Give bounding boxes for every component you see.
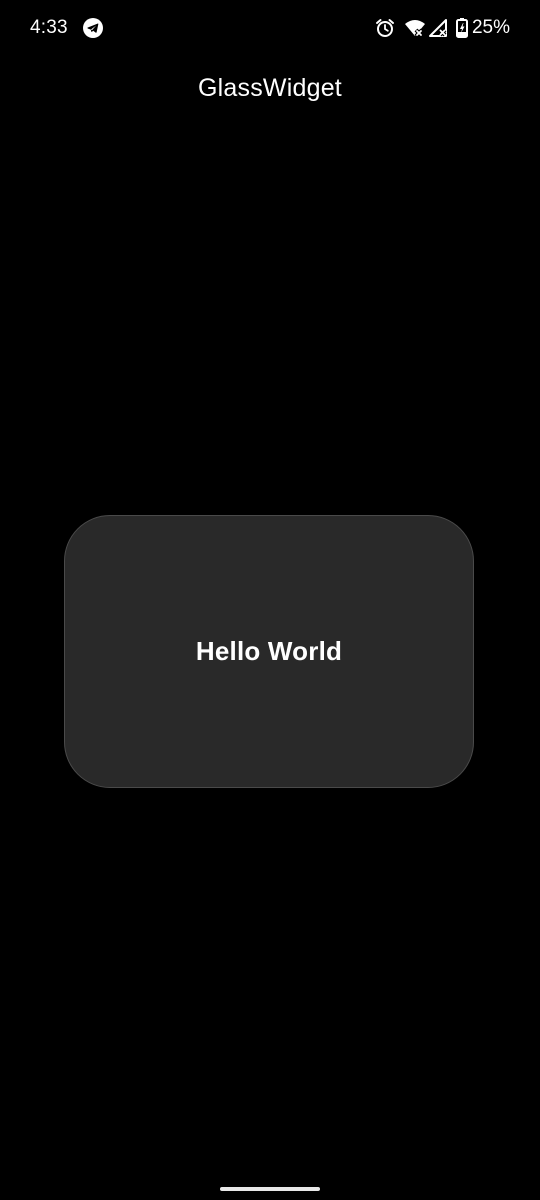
battery-charging-icon — [455, 18, 468, 38]
status-bar: 4:33 25% — [0, 0, 540, 56]
signal-off-icon — [428, 18, 448, 38]
app-title: GlassWidget — [198, 74, 342, 102]
telegram-icon — [83, 18, 103, 38]
glass-card: Hello World — [64, 515, 474, 788]
battery-percent: 25% — [471, 17, 510, 38]
status-icons: 25% — [375, 15, 510, 41]
status-time: 4:33 — [30, 17, 68, 38]
alarm-icon — [375, 18, 395, 38]
home-indicator[interactable] — [220, 1187, 320, 1191]
card-text: Hello World — [195, 636, 343, 666]
wifi-off-icon — [404, 18, 426, 38]
